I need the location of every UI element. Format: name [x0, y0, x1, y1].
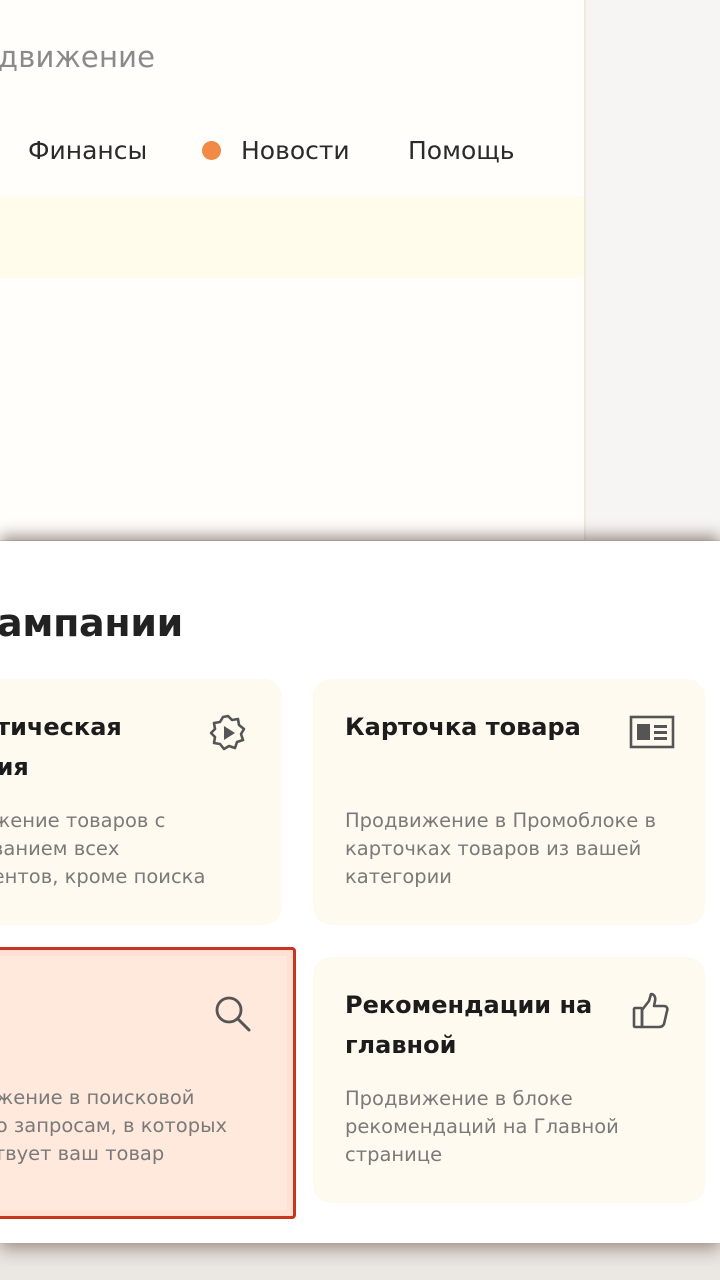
search-icon [215, 996, 251, 1032]
nav-item-news[interactable]: Новости [202, 136, 350, 165]
gear-play-icon [209, 714, 246, 751]
nav-item-news-label: Новости [241, 136, 350, 165]
thumbs-up-icon [632, 992, 669, 1029]
top-nav: Финансы Новости Помощь [0, 136, 584, 170]
campaign-sheet: ампании атическая ния ижение товаров с о… [0, 541, 720, 1243]
notice-band [0, 196, 584, 278]
nav-item-help[interactable]: Помощь [408, 136, 515, 165]
card-description: Продвижение в Промоблоке в карточках тов… [345, 809, 656, 888]
campaign-card-search[interactable]: к ижение в поисковой по запросам, в кото… [0, 947, 296, 1219]
card-title: Карточка товара [345, 713, 581, 741]
product-card-icon [629, 715, 675, 749]
campaign-card-auto[interactable]: атическая ния ижение товаров с ованием в… [0, 679, 282, 925]
card-title: Рекомендации на главной [345, 991, 593, 1059]
card-description: ижение в поисковой по запросам, в которы… [0, 1086, 228, 1165]
section-title: ампании [0, 601, 184, 645]
news-indicator-dot [202, 141, 221, 160]
page-title: движение [0, 40, 156, 74]
nav-item-finance[interactable]: Финансы [28, 136, 147, 165]
top-panel: движение Финансы Новости Помощь [0, 0, 586, 540]
card-description: Продвижение в блоке рекомендаций на Глав… [345, 1087, 619, 1166]
campaign-card-product[interactable]: Карточка товара Продвижение в Промоблоке… [313, 679, 705, 925]
side-panel [586, 0, 720, 540]
card-title: атическая ния [0, 713, 122, 781]
card-description: ижение товаров с ованием всех иентов, кр… [0, 809, 206, 888]
campaign-card-recommendations[interactable]: Рекомендации на главной Продвижение в бл… [313, 957, 705, 1203]
